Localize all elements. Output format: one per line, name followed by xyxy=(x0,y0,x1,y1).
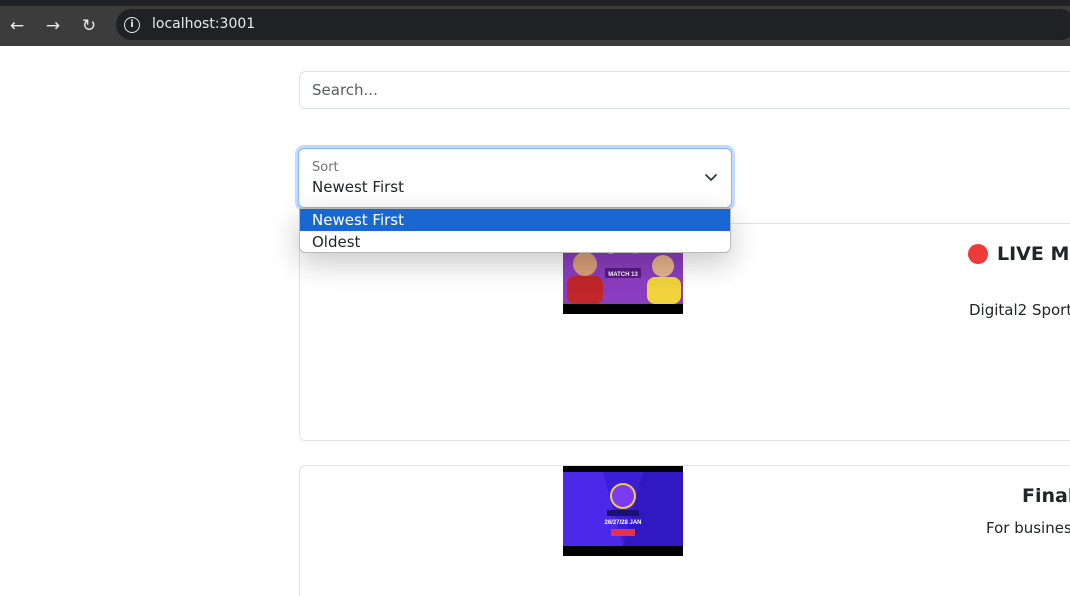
forward-arrow-icon[interactable]: → xyxy=(42,15,64,37)
address-bar[interactable]: i localhost:3001 xyxy=(116,9,1070,40)
sort-option-oldest[interactable]: Oldest xyxy=(300,231,730,252)
reload-icon[interactable]: ↻ xyxy=(78,15,100,37)
chevron-down-icon xyxy=(705,174,717,181)
card-subtitle: Digital2 Sports xyxy=(969,301,1070,319)
video-card[interactable]: 26/27/28 JAN Final For business xyxy=(299,465,1070,596)
sort-label: Sort xyxy=(312,160,339,175)
site-info-icon[interactable]: i xyxy=(124,17,140,33)
live-indicator-icon xyxy=(968,244,988,264)
address-bar-url[interactable]: localhost:3001 xyxy=(152,16,255,32)
video-card[interactable]: MATCH 13 LIVE Ma Digital2 Sports xyxy=(299,223,1070,441)
sort-selected-value: Newest First xyxy=(312,178,404,196)
thumbnail-caption: 26/27/28 JAN xyxy=(604,520,641,526)
sort-select[interactable]: Sort Newest First xyxy=(298,148,732,208)
card-title[interactable]: Final xyxy=(1022,485,1070,507)
card-subtitle: For business xyxy=(986,519,1070,537)
video-thumbnail[interactable]: 26/27/28 JAN xyxy=(563,466,683,556)
browser-toolbar: ← → ↻ i localhost:3001 xyxy=(0,0,1070,46)
thumbnail-caption: MATCH 13 xyxy=(608,272,638,278)
search-input[interactable] xyxy=(299,71,1070,109)
card-title[interactable]: LIVE Ma xyxy=(997,243,1070,265)
back-arrow-icon[interactable]: ← xyxy=(6,15,28,37)
sort-option-newest[interactable]: Newest First xyxy=(300,209,730,231)
sort-options-list: Newest First Oldest xyxy=(299,208,731,253)
